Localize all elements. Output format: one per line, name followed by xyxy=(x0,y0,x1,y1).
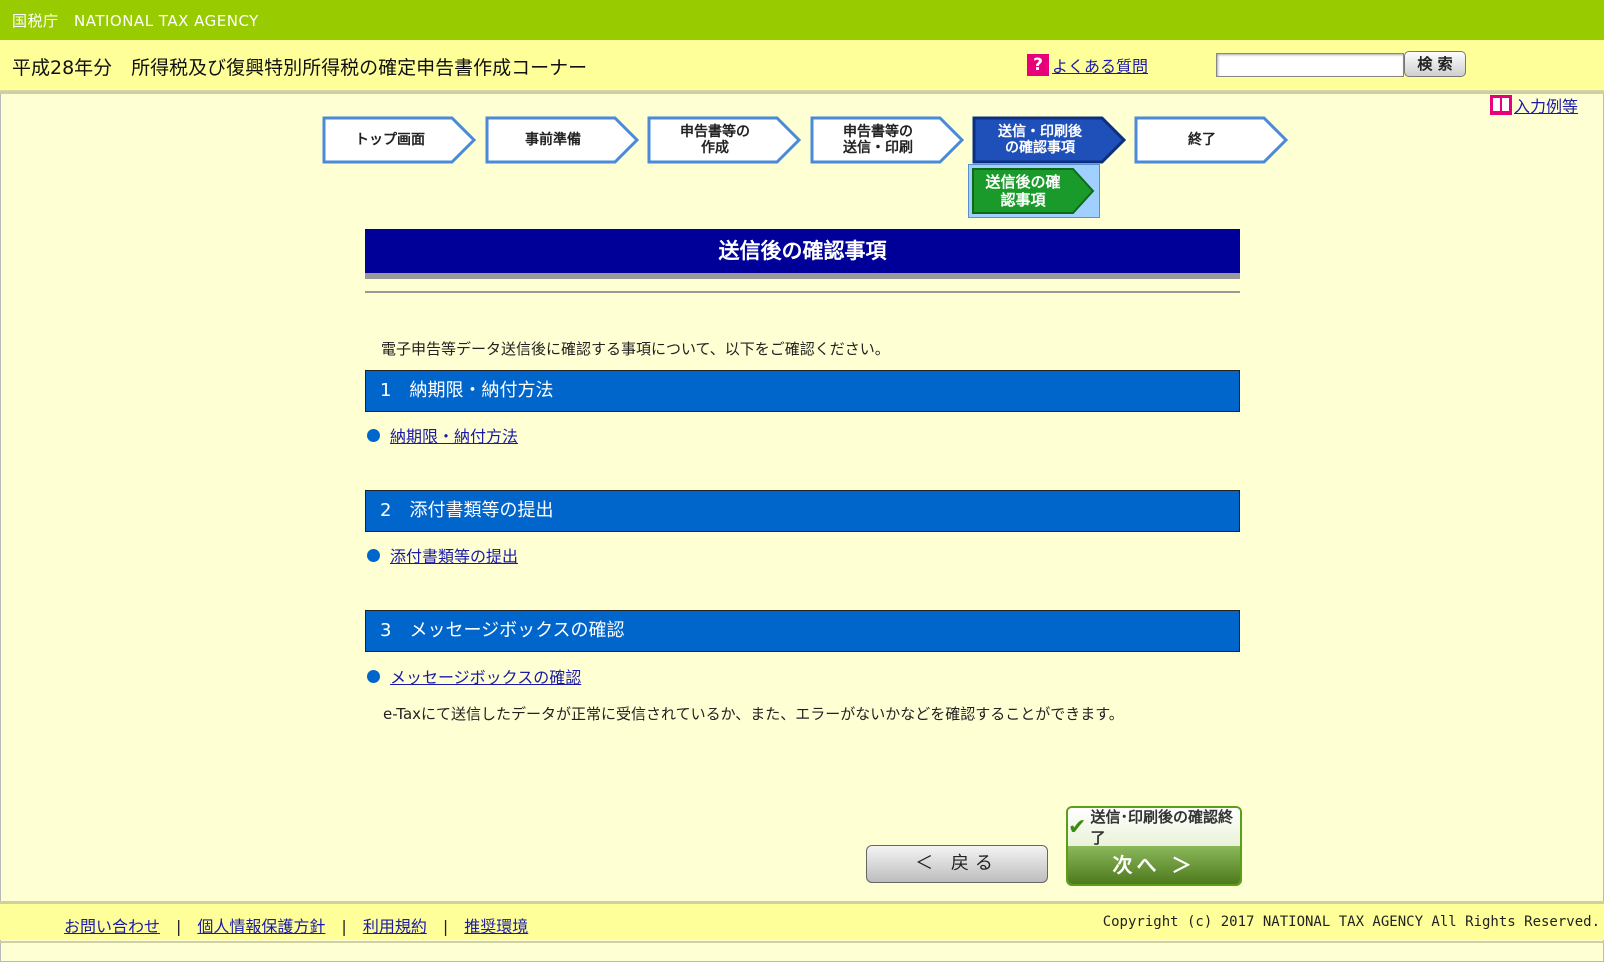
step-label: 申告書等の 送信・印刷 xyxy=(843,124,913,156)
attachments-link[interactable]: 添付書類等の提出 xyxy=(390,543,518,567)
environment-link[interactable]: 推奨環境 xyxy=(464,917,528,936)
next-button[interactable]: ✔ 送信･印刷後の確認終了 次へ ＞ xyxy=(1066,806,1242,886)
heading-divider xyxy=(365,291,1240,293)
step-label: 申告書等の 作成 xyxy=(680,124,750,156)
bullet-icon xyxy=(367,669,380,683)
messagebox-note: e-Taxにて送信したデータが正常に受信されているか、また、エラーがないかなどを… xyxy=(383,705,1124,723)
top-bar: 国税庁 NATIONAL TAX AGENCY xyxy=(0,0,1604,40)
step-label: 事前準備 xyxy=(525,132,581,148)
bullet-icon xyxy=(367,428,380,442)
heading-underbar xyxy=(365,273,1240,279)
footer-divider: | xyxy=(442,917,449,936)
step-label: 送信・印刷後 の確認事項 xyxy=(998,124,1082,156)
messagebox-link[interactable]: メッセージボックスの確認 xyxy=(390,664,581,688)
bullet-icon xyxy=(367,548,380,562)
search-button[interactable]: 検 索 xyxy=(1404,51,1466,77)
book-icon[interactable] xyxy=(1490,95,1512,115)
faq-link-group[interactable]: ? よくある質問 xyxy=(1027,53,1148,77)
page-app-title: 平成28年分 所得税及び復興特別所得税の確定申告書作成コーナー xyxy=(12,57,588,79)
finish-confirm-label: 送信･印刷後の確認終了 xyxy=(1090,808,1233,847)
list-item: 納期限・納付方法 xyxy=(367,423,518,447)
next-button-label[interactable]: 次へ ＞ xyxy=(1068,846,1240,884)
step-label: 終了 xyxy=(1188,132,1216,148)
substep-label: 送信後の確 認事項 xyxy=(985,173,1061,209)
check-icon: ✔ xyxy=(1068,814,1087,840)
footer: お問い合わせ | 個人情報保護方針 | 利用規約 | 推奨環境 Copyright (c) … xyxy=(0,904,1604,940)
section-header-due-date: 1 納期限・納付方法 xyxy=(365,370,1240,412)
example-link[interactable]: 入力例等 xyxy=(1514,93,1578,117)
intro-text: 電子申告等データ送信後に確認する事項について、以下をご確認ください。 xyxy=(381,340,890,358)
back-button[interactable]: ＜ 戻る xyxy=(866,845,1048,883)
search-input[interactable] xyxy=(1216,53,1404,77)
list-item: メッセージボックスの確認 xyxy=(367,664,581,688)
faq-link[interactable]: よくある質問 xyxy=(1052,53,1148,77)
step-label: トップ画面 xyxy=(355,132,425,148)
list-item: 添付書類等の提出 xyxy=(367,543,518,567)
finish-confirm-label-row[interactable]: ✔ 送信･印刷後の確認終了 xyxy=(1068,808,1240,847)
page-heading: 送信後の確認事項 xyxy=(365,229,1240,273)
contact-link[interactable]: お問い合わせ xyxy=(64,917,160,936)
header-separator xyxy=(0,91,1604,94)
section-title: 1 納期限・納付方法 xyxy=(380,380,554,401)
section-title: 3 メッセージボックスの確認 xyxy=(380,620,625,641)
due-date-link[interactable]: 納期限・納付方法 xyxy=(390,423,518,447)
footer-links: お問い合わせ | 個人情報保護方針 | 利用規約 | 推奨環境 xyxy=(64,913,528,937)
terms-link[interactable]: 利用規約 xyxy=(363,917,427,936)
footer-divider: | xyxy=(176,917,182,936)
footer-divider: | xyxy=(341,917,347,936)
question-icon[interactable]: ? xyxy=(1027,54,1049,76)
example-link-group[interactable]: 入力例等 xyxy=(1490,93,1578,117)
section-title: 2 添付書類等の提出 xyxy=(380,500,554,521)
agency-brand: 国税庁 NATIONAL TAX AGENCY xyxy=(12,12,259,30)
copyright-text: Copyright (c) 2017 NATIONAL TAX AGENCY A… xyxy=(1102,914,1600,930)
section-header-attachments: 2 添付書類等の提出 xyxy=(365,490,1240,532)
privacy-link[interactable]: 個人情報保護方針 xyxy=(197,917,325,936)
substep-after-send: 送信後の確 認事項 xyxy=(968,164,1100,218)
section-header-messagebox: 3 メッセージボックスの確認 xyxy=(365,610,1240,652)
bottom-line xyxy=(0,941,1604,943)
